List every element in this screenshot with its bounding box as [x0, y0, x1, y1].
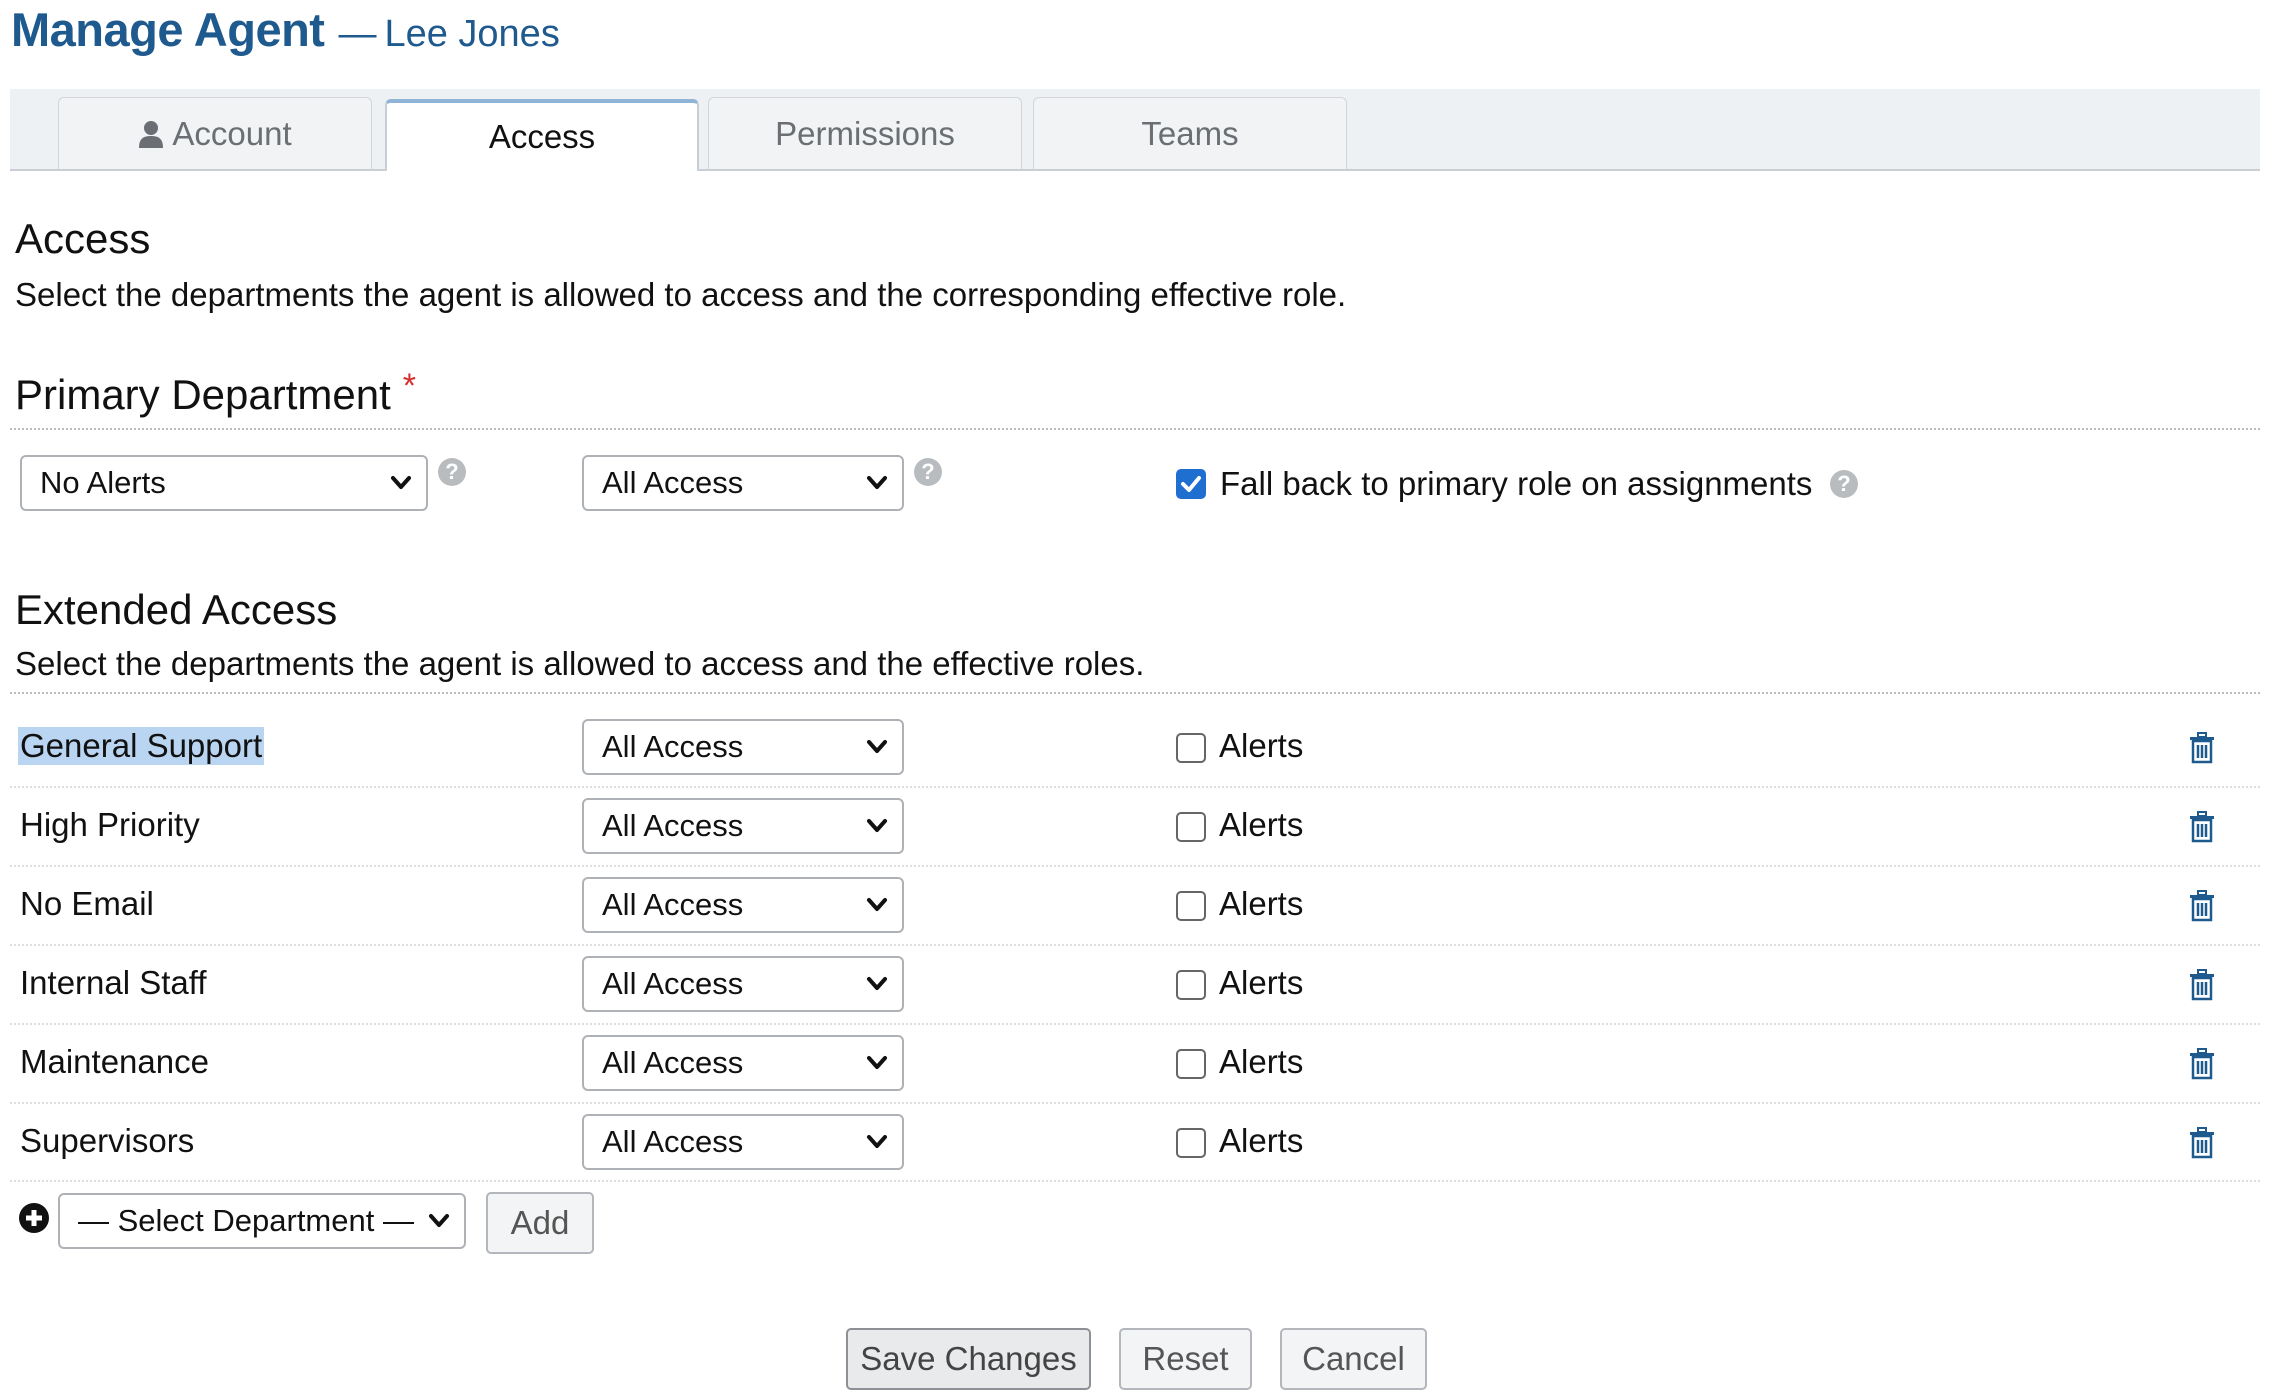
fallback-label: Fall back to primary role on assignments: [1220, 465, 1813, 502]
save-changes-button[interactable]: Save Changes: [846, 1328, 1091, 1390]
required-mark: *: [402, 367, 416, 405]
row-divider: [10, 786, 2260, 788]
chevron-down-icon: [428, 1212, 450, 1230]
tab-bar: Account Access Permissions Teams: [10, 89, 2260, 171]
chevron-down-icon: [866, 817, 888, 835]
department-name: Internal Staff: [20, 964, 207, 1001]
primary-department-heading: Primary Department *: [15, 367, 416, 419]
primary-department-select-value: No Alerts: [40, 465, 166, 500]
role-select-value: All Access: [602, 1124, 744, 1159]
department-name: Supervisors: [20, 1122, 195, 1159]
row-divider: [10, 1023, 2260, 1025]
plus-circle-icon: [18, 1202, 50, 1234]
primary-role-select-value: All Access: [602, 465, 744, 500]
checkmark-icon: [1181, 476, 1201, 492]
tab-teams[interactable]: Teams: [1033, 97, 1347, 169]
page-title-main: Manage Agent: [11, 3, 325, 56]
role-select-value: All Access: [602, 887, 744, 922]
alerts-label: Alerts: [1219, 727, 1304, 764]
tab-account[interactable]: Account: [58, 97, 372, 169]
role-select[interactable]: All Access: [582, 877, 904, 933]
trash-icon[interactable]: [2188, 1048, 2216, 1080]
help-icon[interactable]: ?: [1830, 470, 1858, 498]
chevron-down-icon: [866, 975, 888, 993]
extended-access-description: Select the departments the agent is allo…: [15, 645, 1145, 682]
role-select-value: All Access: [602, 966, 744, 1001]
tab-account-label: Account: [172, 114, 292, 152]
role-select-value: All Access: [602, 808, 744, 843]
alerts-checkbox[interactable]: [1176, 733, 1206, 763]
alerts-label: Alerts: [1219, 964, 1304, 1001]
title-separator: —: [338, 13, 377, 55]
tab-permissions-label: Permissions: [775, 114, 955, 152]
alerts-checkbox[interactable]: [1176, 891, 1206, 921]
trash-icon[interactable]: [2188, 969, 2216, 1001]
alerts-label: Alerts: [1219, 1122, 1304, 1159]
role-select[interactable]: All Access: [582, 956, 904, 1012]
row-divider: [10, 1102, 2260, 1104]
alerts-label: Alerts: [1219, 806, 1304, 843]
chevron-down-icon: [866, 896, 888, 914]
chevron-down-icon: [866, 1133, 888, 1151]
select-department-value: — Select Department —: [78, 1203, 414, 1238]
page-title: Manage Agent — Lee Jones: [11, 2, 560, 57]
tab-access-label: Access: [488, 118, 596, 155]
chevron-down-icon: [866, 1054, 888, 1072]
help-icon[interactable]: ?: [438, 458, 466, 486]
help-icon[interactable]: ?: [914, 458, 942, 486]
tab-teams-label: Teams: [1141, 114, 1239, 152]
fallback-checkbox[interactable]: [1176, 469, 1206, 499]
primary-role-select[interactable]: All Access: [582, 455, 904, 511]
access-description: Select the departments the agent is allo…: [15, 276, 1347, 313]
alerts-checkbox[interactable]: [1176, 970, 1206, 1000]
role-select[interactable]: All Access: [582, 1035, 904, 1091]
cancel-button[interactable]: Cancel: [1280, 1328, 1427, 1390]
role-select-value: All Access: [602, 729, 744, 764]
alerts-label: Alerts: [1219, 885, 1304, 922]
tab-access[interactable]: Access: [385, 99, 699, 171]
tab-permissions[interactable]: Permissions: [708, 97, 1022, 169]
extended-access-heading: Extended Access: [15, 586, 338, 633]
trash-icon[interactable]: [2188, 1127, 2216, 1159]
add-department-button[interactable]: Add: [486, 1192, 594, 1254]
chevron-down-icon: [866, 738, 888, 756]
row-divider: [10, 944, 2260, 946]
access-heading: Access: [15, 215, 151, 262]
reset-button[interactable]: Reset: [1119, 1328, 1252, 1390]
trash-icon[interactable]: [2188, 890, 2216, 922]
chevron-down-icon: [866, 474, 888, 492]
trash-icon[interactable]: [2188, 811, 2216, 843]
alerts-checkbox[interactable]: [1176, 812, 1206, 842]
primary-department-select[interactable]: No Alerts: [20, 455, 428, 511]
primary-department-title: Primary Department: [15, 371, 391, 418]
role-select[interactable]: All Access: [582, 1114, 904, 1170]
trash-icon[interactable]: [2188, 732, 2216, 764]
alerts-label: Alerts: [1219, 1043, 1304, 1080]
role-select[interactable]: All Access: [582, 719, 904, 775]
department-name: High Priority: [20, 806, 200, 843]
select-department[interactable]: — Select Department —: [58, 1193, 466, 1249]
agent-name: Lee Jones: [384, 13, 560, 55]
divider: [10, 692, 2260, 694]
row-divider: [10, 865, 2260, 867]
department-name: Maintenance: [20, 1043, 209, 1080]
user-icon: [138, 120, 164, 148]
row-divider: [10, 1180, 2260, 1182]
chevron-down-icon: [390, 474, 412, 492]
alerts-checkbox[interactable]: [1176, 1049, 1206, 1079]
department-name: General Support: [18, 727, 265, 765]
department-name: No Email: [20, 885, 154, 922]
divider: [10, 428, 2260, 430]
role-select[interactable]: All Access: [582, 798, 904, 854]
role-select-value: All Access: [602, 1045, 744, 1080]
alerts-checkbox[interactable]: [1176, 1128, 1206, 1158]
